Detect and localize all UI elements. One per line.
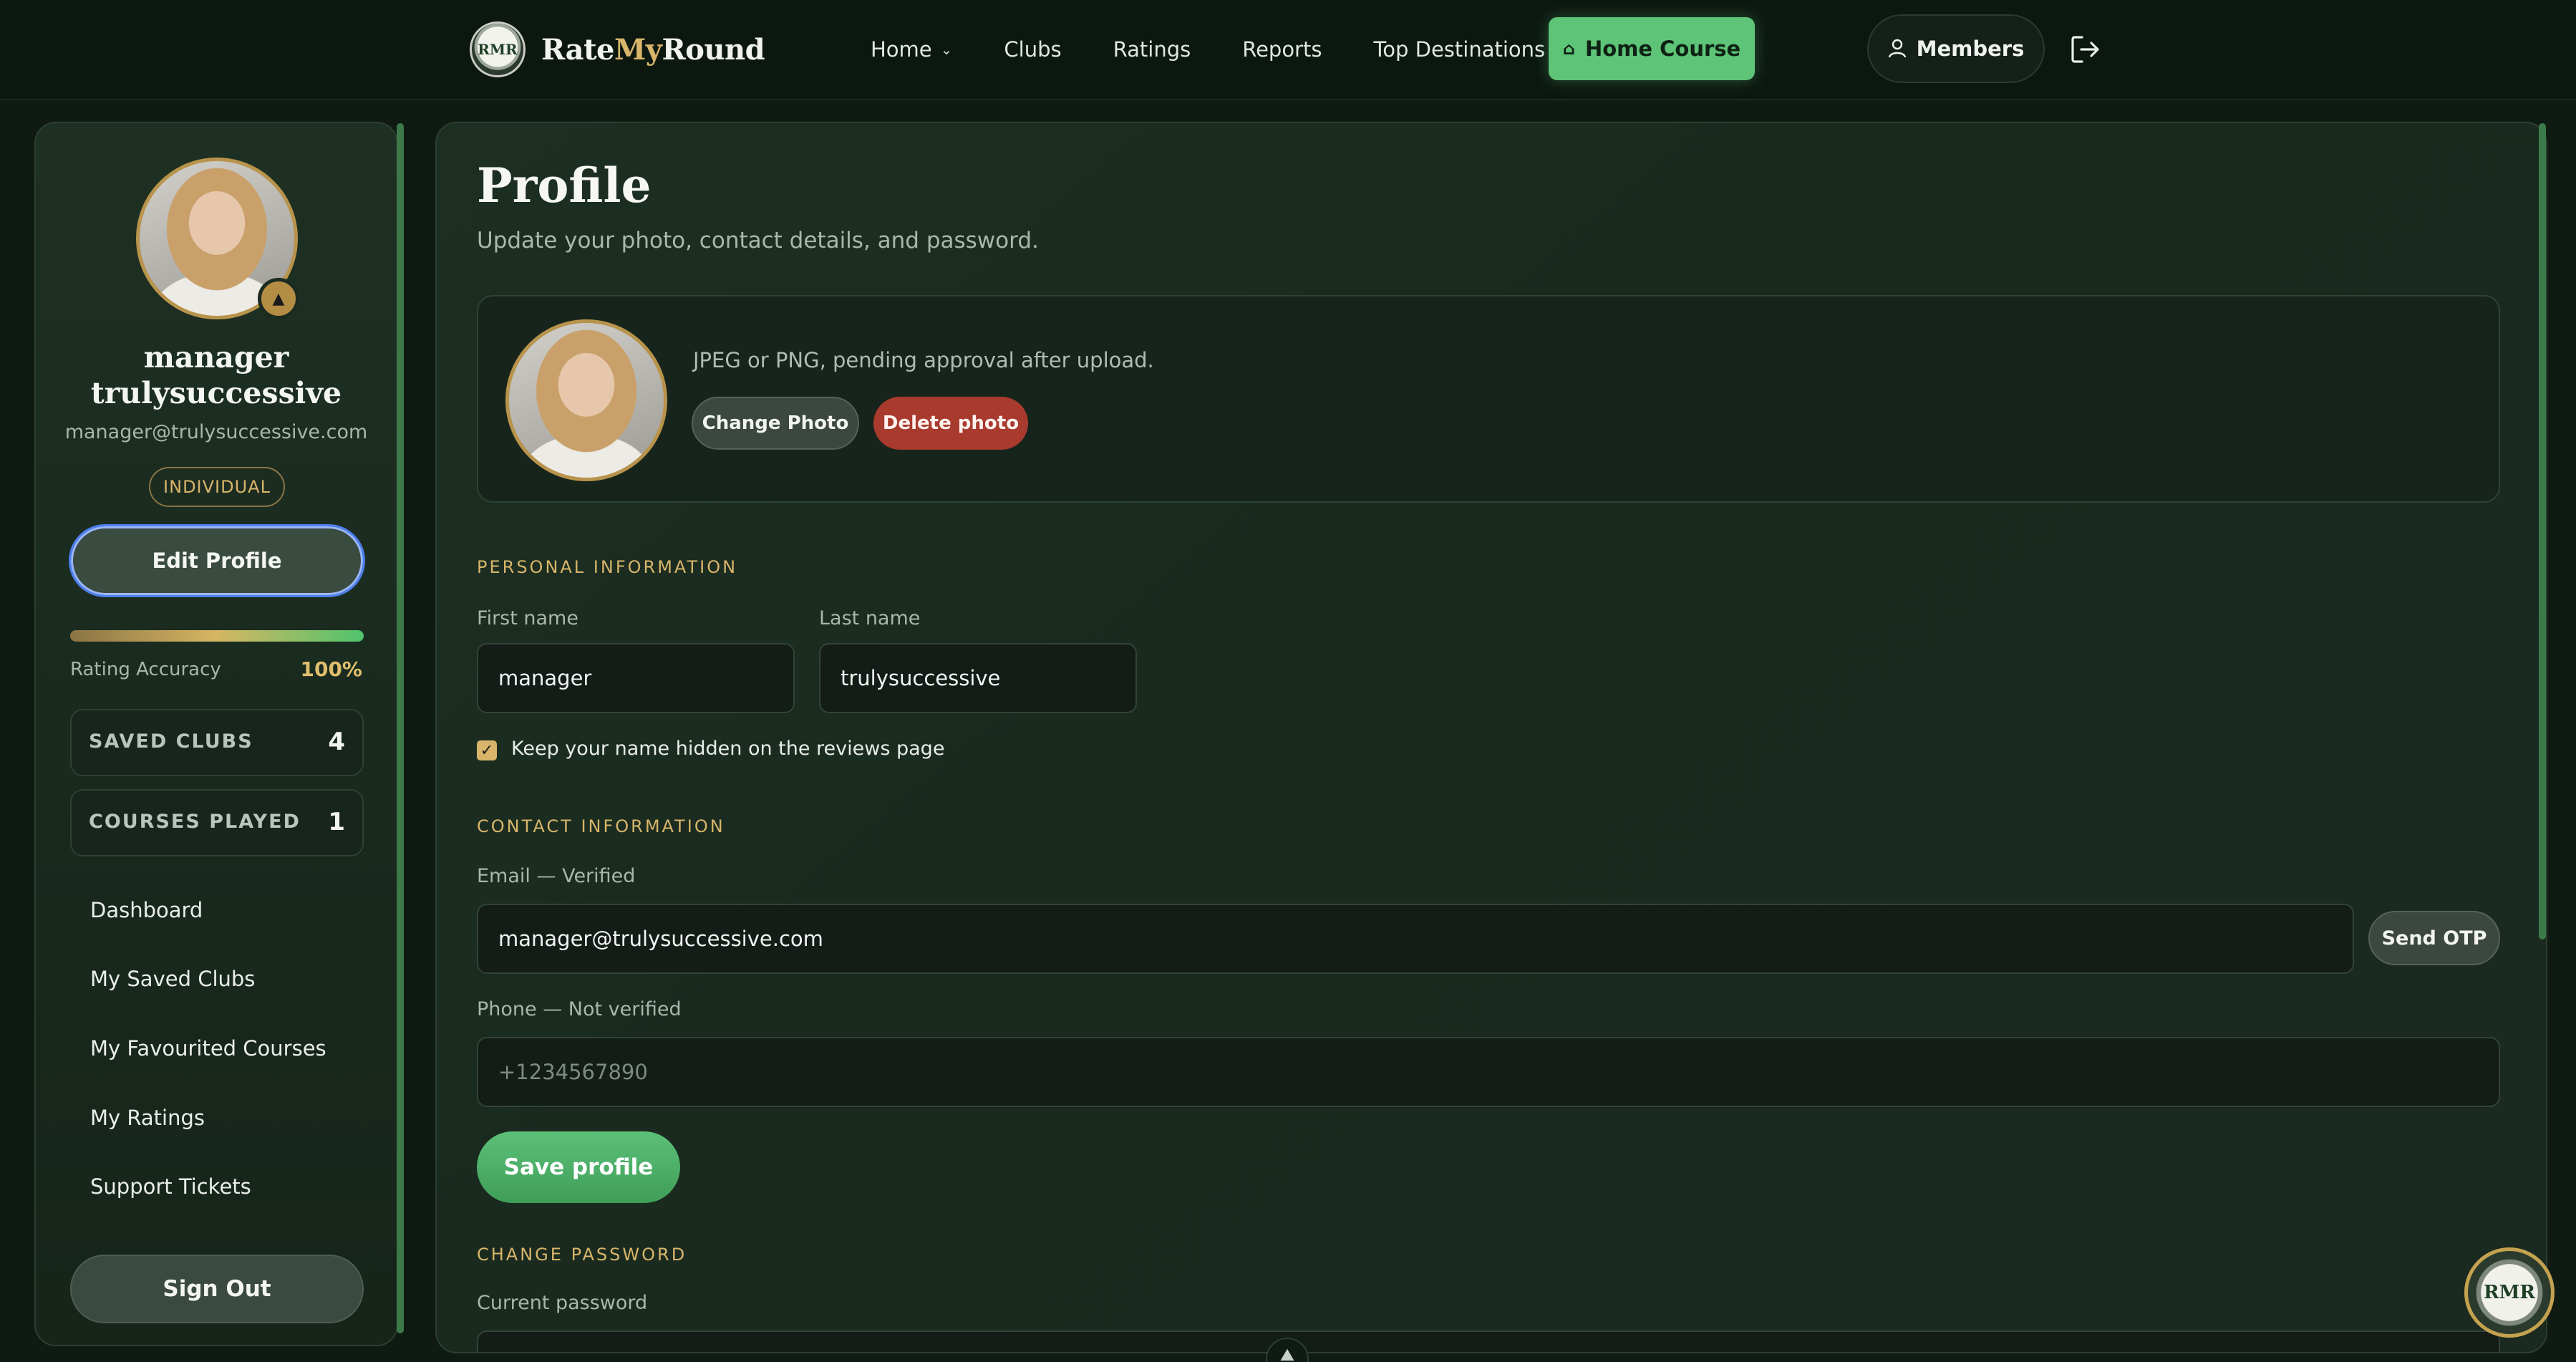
sidebar-item-favourited-courses[interactable]: My Favourited Courses: [90, 1036, 326, 1061]
phone-label: Phone — Not verified: [477, 998, 682, 1020]
saved-clubs-stat[interactable]: SAVED CLUBS 4: [70, 709, 364, 776]
home-icon: ⌂: [1562, 39, 1575, 59]
current-password-field[interactable]: [477, 1330, 2500, 1352]
personal-info-heading: PERSONAL INFORMATION: [477, 557, 738, 577]
members-button[interactable]: Members: [1867, 14, 2045, 83]
last-name-label: Last name: [819, 607, 921, 629]
rating-accuracy-value: 100%: [300, 657, 362, 681]
last-name-field[interactable]: trulysuccessive: [819, 643, 1137, 713]
user-name: manager trulysuccessive: [90, 340, 342, 410]
sidebar-avatar-wrap: ▲: [136, 158, 299, 319]
user-icon: [1888, 39, 1906, 58]
rating-accuracy-label: Rating Accuracy: [70, 659, 221, 680]
rating-accuracy-bar: [70, 630, 364, 642]
profile-sidebar: ▲ manager trulysuccessive manager@trulys…: [34, 122, 398, 1346]
email-label: Email — Verified: [477, 865, 636, 887]
change-photo-button[interactable]: Change Photo: [692, 397, 859, 450]
avatar: [505, 319, 667, 481]
chevron-down-icon: ⌄: [940, 41, 953, 58]
save-profile-button[interactable]: Save profile: [477, 1131, 680, 1203]
floating-logo-button[interactable]: RMR: [2464, 1247, 2555, 1338]
page-subtitle: Update your photo, contact details, and …: [477, 228, 1039, 253]
main-nav: Home ⌄ Clubs Ratings Reports Top Destinat…: [871, 32, 1617, 67]
current-password-label: Current password: [477, 1292, 648, 1314]
change-password-heading: CHANGE PASSWORD: [477, 1245, 687, 1265]
sidebar-item-dashboard[interactable]: Dashboard: [90, 898, 203, 922]
account-type-badge: INDIVIDUAL: [149, 467, 285, 507]
sidebar-item-my-ratings[interactable]: My Ratings: [90, 1106, 205, 1130]
first-name-field[interactable]: manager: [477, 643, 795, 713]
contact-info-heading: CONTACT INFORMATION: [477, 816, 725, 836]
page-title: Profile: [477, 158, 652, 213]
nav-reports[interactable]: Reports: [1242, 37, 1322, 62]
sidebar-item-saved-clubs[interactable]: My Saved Clubs: [90, 967, 255, 991]
profile-main: Profile Update your photo, contact detai…: [435, 122, 2547, 1353]
user-email: manager@trulysuccessive.com: [64, 421, 368, 443]
logout-icon[interactable]: [2069, 33, 2102, 66]
main-scrollbar[interactable]: [2539, 123, 2546, 940]
delete-photo-button[interactable]: Delete photo: [873, 397, 1028, 450]
courses-played-stat[interactable]: COURSES PLAYED 1: [70, 789, 364, 856]
edit-profile-button[interactable]: Edit Profile: [69, 524, 365, 597]
brand-logo: RMR: [470, 21, 526, 77]
home-course-button[interactable]: ⌂ Home Course: [1549, 17, 1755, 80]
sidebar-scrollbar[interactable]: [397, 123, 404, 1333]
phone-field[interactable]: +1234567890: [477, 1037, 2500, 1107]
photo-hint: JPEG or PNG, pending approval after uplo…: [693, 348, 1154, 372]
top-navbar: RMR RateMyRound Home ⌄ Clubs Ratings Repo…: [0, 0, 2576, 100]
nav-top-destinations[interactable]: Top Destinations⌄: [1373, 37, 1565, 62]
hide-name-label[interactable]: Keep your name hidden on the reviews pag…: [511, 738, 944, 760]
photo-card: JPEG or PNG, pending approval after uplo…: [477, 295, 2500, 503]
avatar-upload-icon[interactable]: ▲: [258, 278, 299, 319]
brand-name: RateMyRound: [541, 32, 765, 67]
hide-name-checkbox[interactable]: ✓: [477, 740, 497, 760]
send-otp-button[interactable]: Send OTP: [2368, 911, 2500, 965]
sign-out-button[interactable]: Sign Out: [70, 1255, 364, 1323]
sidebar-item-support-tickets[interactable]: Support Tickets: [90, 1174, 251, 1199]
photo-preview: [505, 319, 667, 481]
email-field[interactable]: manager@trulysuccessive.com: [477, 904, 2354, 974]
first-name-label: First name: [477, 607, 578, 629]
nav-ratings[interactable]: Ratings: [1113, 37, 1191, 62]
brand-link[interactable]: RMR RateMyRound: [470, 21, 765, 77]
nav-clubs[interactable]: Clubs: [1004, 37, 1061, 62]
nav-home[interactable]: Home ⌄: [871, 37, 952, 62]
